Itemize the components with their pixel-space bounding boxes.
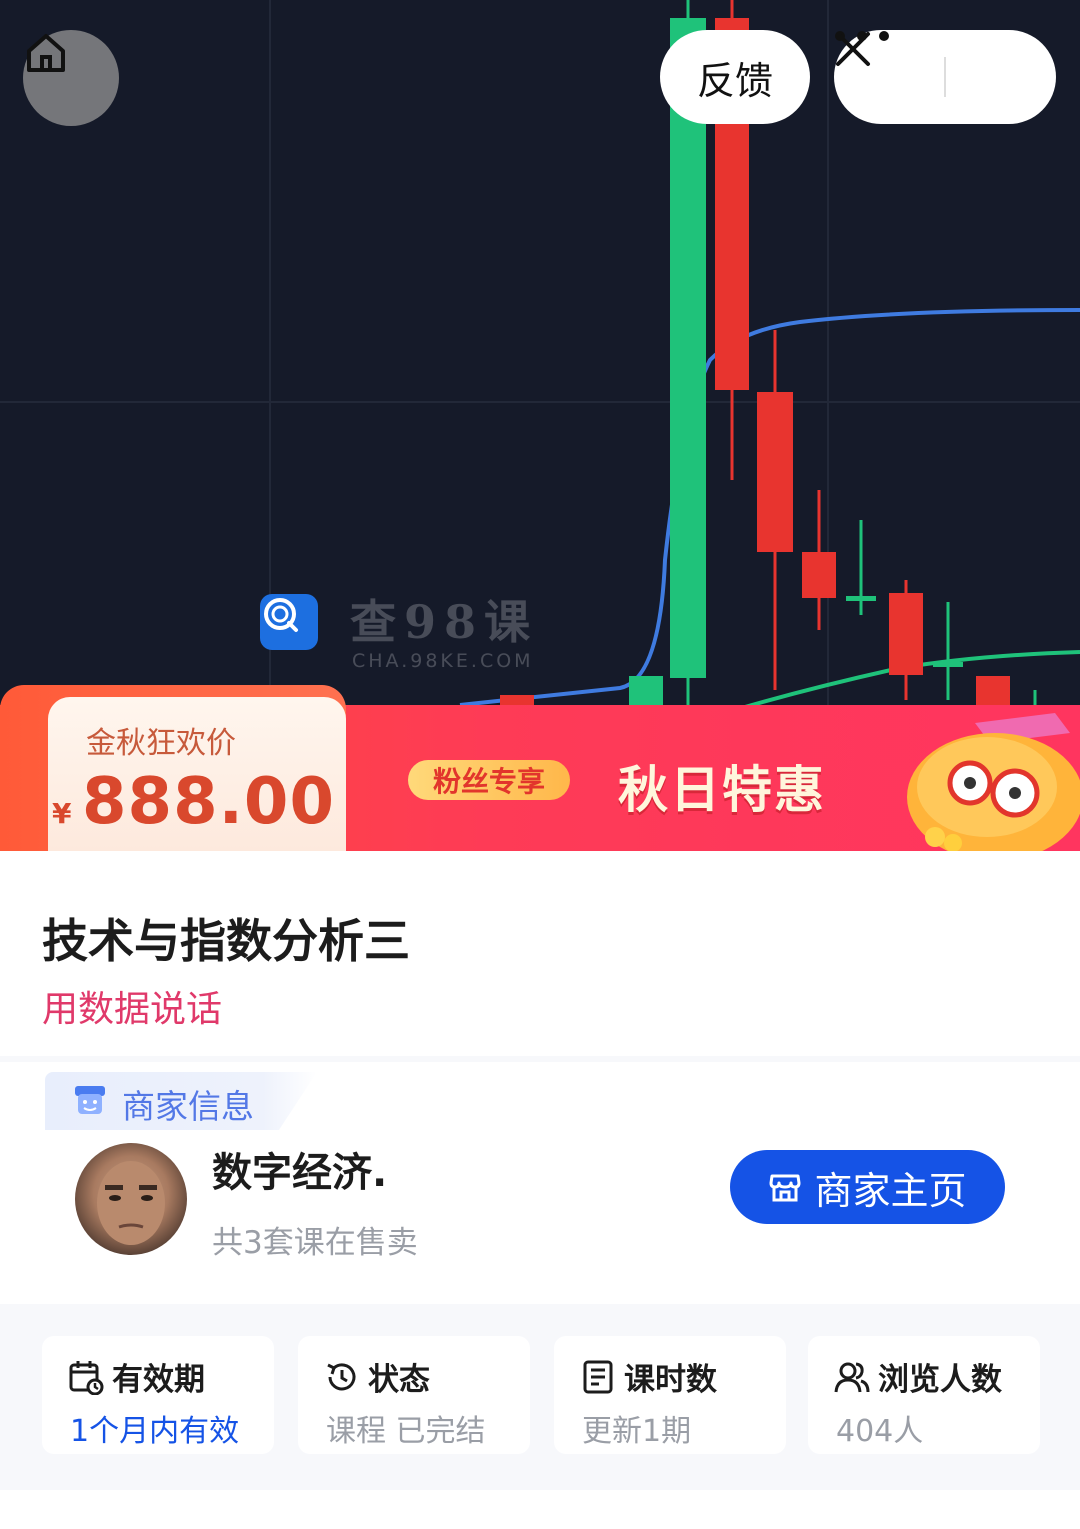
watermark-title: 查98课 — [350, 595, 539, 649]
close-icon — [836, 32, 870, 66]
merchant-avatar[interactable] — [75, 1143, 187, 1255]
close-button[interactable] — [836, 30, 1056, 124]
price-currency: ¥ — [52, 797, 72, 830]
bottom-strip — [0, 1490, 1080, 1529]
price-value: 888.00 — [82, 765, 335, 839]
stat-status: 状态 课程 已完结 — [298, 1336, 530, 1454]
store-icon — [769, 1174, 801, 1202]
stat-lessons: 课时数 更新1期 — [554, 1336, 786, 1454]
calendar-icon — [69, 1360, 104, 1395]
stat-lessons-label: 课时数 — [624, 1362, 717, 1398]
home-button[interactable] — [23, 30, 119, 126]
course-cover-image: 查98课 CHA.98KE.COM 反馈 — [0, 0, 1080, 720]
watermark-url: CHA.98KE.COM — [352, 650, 534, 672]
merchant-home-button[interactable]: 商家主页 — [730, 1150, 1005, 1224]
users-icon — [834, 1362, 870, 1392]
watermark-logo-icon — [260, 594, 318, 650]
mascot-icon — [907, 713, 1080, 851]
stat-views-value: 404人 — [836, 1414, 924, 1449]
merchant-section-label: 商家信息 — [122, 1087, 254, 1126]
stat-status-value: 课程 已完结 — [326, 1414, 486, 1449]
stat-validity: 有效期 1个月内有效 — [42, 1336, 274, 1454]
stat-validity-label: 有效期 — [112, 1362, 205, 1398]
stat-lessons-value: 更新1期 — [582, 1414, 692, 1449]
stat-validity-value: 1个月内有效 — [70, 1414, 240, 1449]
stat-status-label: 状态 — [368, 1362, 430, 1398]
merchant-name[interactable]: 数字经济. — [212, 1140, 387, 1198]
price-label: 金秋狂欢价 — [86, 726, 236, 761]
menu-capsule — [834, 30, 1056, 124]
merchant-home-label: 商家主页 — [814, 1168, 967, 1213]
merchant-course-count: 共3套课在售卖 — [212, 1225, 418, 1261]
history-icon — [327, 1362, 356, 1390]
course-title: 技术与指数分析三 — [42, 914, 410, 968]
fans-exclusive-tag: 粉丝专享 — [408, 760, 570, 800]
stat-views-label: 浏览人数 — [878, 1362, 1002, 1398]
home-icon — [27, 34, 65, 72]
shop-mascot-icon — [75, 1086, 105, 1114]
document-icon — [583, 1360, 613, 1393]
stat-views: 浏览人数 404人 — [808, 1336, 1040, 1454]
promo-title: 秋日特惠 — [618, 761, 826, 819]
course-subtitle: 用数据说话 — [42, 989, 223, 1030]
feedback-button[interactable]: 反馈 — [660, 30, 810, 124]
